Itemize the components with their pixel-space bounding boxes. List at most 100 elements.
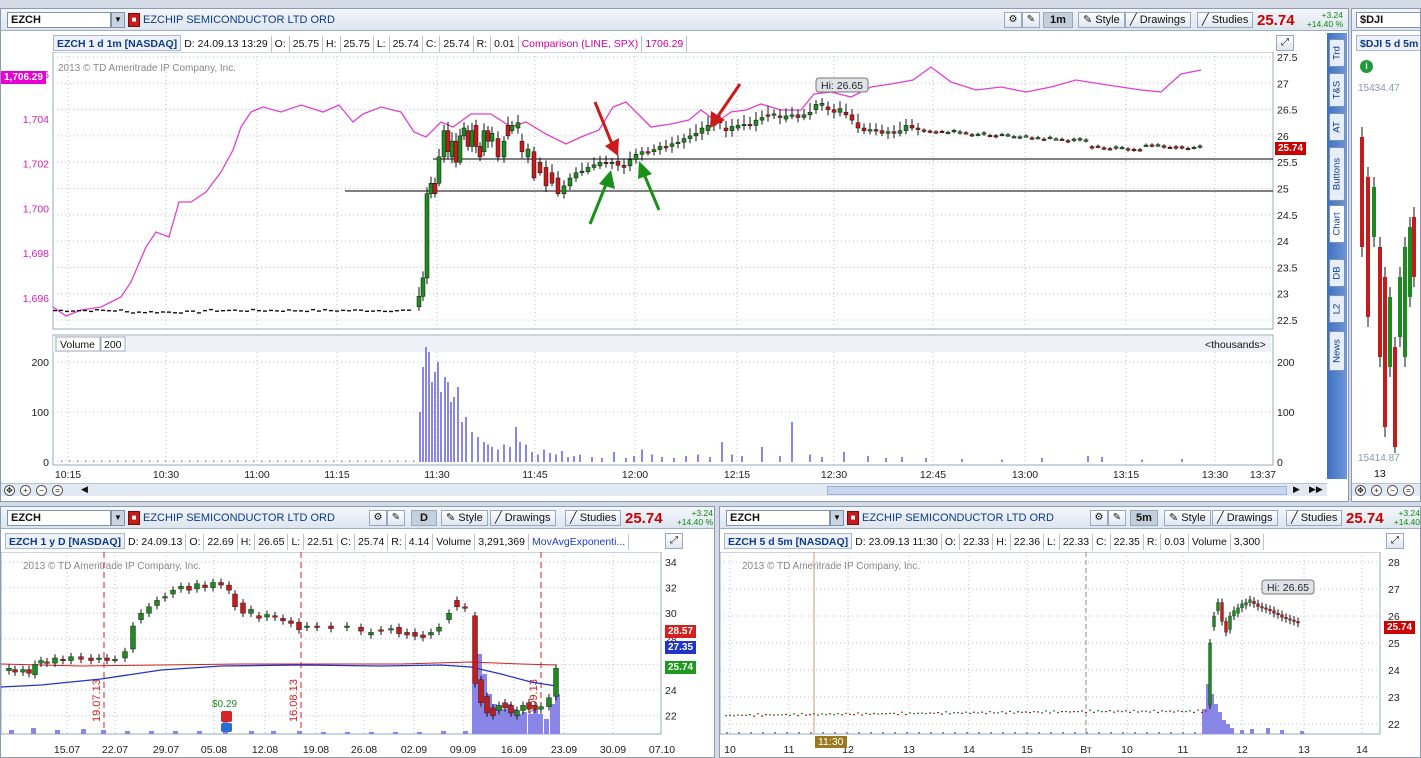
tab-trd[interactable]: Trd xyxy=(1329,39,1345,67)
scroll-left-icon[interactable]: ◀ xyxy=(81,484,88,495)
dji-symbol-input[interactable]: $DJI xyxy=(1356,12,1420,28)
open-label: O: xyxy=(272,36,290,52)
style-button[interactable]: ✎ Style xyxy=(1078,12,1125,28)
daily-settings-icon[interactable]: ⚙ xyxy=(369,510,387,526)
intraday-volume-bar xyxy=(726,732,728,734)
intraday-volume-bar xyxy=(942,732,944,734)
intraday-volume-bar xyxy=(762,732,764,734)
daily-drawings-button[interactable]: ╱ Drawings xyxy=(490,510,556,526)
intraday-timeframe-button[interactable]: 5m xyxy=(1130,510,1158,526)
main-scrollbar[interactable]: ✥ + − = ◀ ▶ ▶▶ xyxy=(1,483,1327,496)
scroll-end-icon[interactable]: ▶▶ xyxy=(1309,484,1323,495)
candle-body xyxy=(1107,148,1113,151)
daily-study-label[interactable]: MovAvgExponenti... xyxy=(529,534,630,550)
candle-body xyxy=(681,138,687,143)
intraday-axis-label: 25 xyxy=(1388,638,1400,650)
drawings-button[interactable]: ╱ Drawings xyxy=(1125,12,1191,28)
main-price-chart[interactable]: 1,7061,7041,7021,7001,6981,696 27.52726.… xyxy=(1,52,1327,500)
intraday-style-button[interactable]: ✎ Style xyxy=(1164,510,1211,526)
volume-bar xyxy=(181,460,183,462)
tab-db[interactable]: DB xyxy=(1329,259,1345,287)
chart-expand-icon[interactable]: ⤢ xyxy=(1276,35,1294,51)
dji-chart[interactable] xyxy=(1352,97,1421,453)
intraday-high-label: H: xyxy=(993,534,1011,550)
intraday-symbol-input[interactable]: EZCH xyxy=(726,510,830,526)
daily-volume-bar xyxy=(522,712,527,734)
dji-candle-body xyxy=(1408,227,1412,297)
volume-bar xyxy=(69,460,71,462)
daily-link-icon[interactable]: ■ xyxy=(128,511,140,525)
info-icon[interactable]: i xyxy=(1360,60,1373,73)
dji-pan-icon[interactable]: ✥ xyxy=(1355,485,1366,496)
volume-bar xyxy=(422,367,424,462)
daily-last-price: 25.74 xyxy=(625,510,663,527)
dji-zoom-out-icon[interactable]: − xyxy=(1387,485,1398,496)
volume-bar xyxy=(373,460,375,462)
volume-bar xyxy=(341,460,343,462)
intraday-time-label: 12 xyxy=(1236,744,1248,756)
tab-at[interactable]: AT xyxy=(1329,113,1345,141)
daily-timeframe-button[interactable]: D xyxy=(411,510,437,526)
tools-icon[interactable]: ✎ xyxy=(1022,12,1040,28)
candle-body xyxy=(461,127,467,137)
tab-l2[interactable]: L2 xyxy=(1329,295,1345,323)
zoom-reset-icon[interactable]: = xyxy=(52,485,63,496)
zoom-out-icon[interactable]: − xyxy=(36,485,47,496)
timeframe-button[interactable]: 1m xyxy=(1043,12,1073,28)
settings-icon[interactable]: ⚙ xyxy=(1004,12,1022,28)
daily-candle-body xyxy=(314,625,320,628)
daily-candle-body xyxy=(396,627,402,634)
intraday-drawings-button[interactable]: ╱ Drawings xyxy=(1212,510,1278,526)
intraday-candle-body xyxy=(1288,618,1292,621)
pan-icon[interactable]: ✥ xyxy=(4,485,15,496)
comparison-label[interactable]: Comparison (LINE, SPX) xyxy=(519,36,643,52)
volume-bar xyxy=(277,460,279,462)
intraday-candle-body xyxy=(1153,709,1155,711)
intraday-candle-body xyxy=(1073,711,1075,713)
intraday-tools-icon[interactable]: ✎ xyxy=(1108,510,1126,526)
intraday-price-chart[interactable]: 2013 © TD Ameritrade IP Company, Inc. Hi… xyxy=(720,552,1421,758)
tab-buttons[interactable]: Buttons xyxy=(1329,147,1345,201)
scroll-right-icon[interactable]: ▶ xyxy=(1293,484,1300,495)
link-group-icon[interactable]: ■ xyxy=(128,13,140,27)
daily-candle-body xyxy=(514,710,520,716)
dji-candle-body xyxy=(1412,217,1416,277)
intraday-expand-icon[interactable]: ⤢ xyxy=(1386,533,1404,549)
time-axis-label: 13:15 xyxy=(1113,469,1139,481)
daily-studies-button[interactable]: ╱ Studies xyxy=(565,510,622,526)
dji-zoom-in-icon[interactable]: + xyxy=(1371,485,1382,496)
candle-body xyxy=(1017,136,1023,139)
tab-news[interactable]: News xyxy=(1329,331,1345,371)
daily-volume-bar xyxy=(173,731,178,734)
time-axis-label: 10:15 xyxy=(55,469,81,481)
dji-scrollbar[interactable]: ✥ + − = xyxy=(1352,483,1420,496)
daily-style-button[interactable]: ✎ Style xyxy=(441,510,488,526)
tab-chart[interactable]: Chart xyxy=(1329,205,1345,243)
dji-zoom-reset-icon[interactable]: = xyxy=(1403,485,1414,496)
daily-symbol-input[interactable]: EZCH xyxy=(7,510,111,526)
scroll-thumb[interactable] xyxy=(827,486,1287,495)
intraday-candle-body xyxy=(1121,711,1123,713)
daily-tools-icon[interactable]: ✎ xyxy=(387,510,405,526)
volume-bar xyxy=(77,460,79,462)
candle-body xyxy=(525,148,531,158)
candle-body xyxy=(1035,137,1041,140)
studies-button[interactable]: ╱ Studies xyxy=(1197,12,1254,28)
intraday-studies-button[interactable]: ╱ Studies xyxy=(1286,510,1343,526)
candle-body xyxy=(993,135,999,138)
tab-time-and-sales[interactable]: T&S xyxy=(1329,73,1345,107)
intraday-volume-bar xyxy=(750,732,752,734)
intraday-settings-icon[interactable]: ⚙ xyxy=(1090,510,1108,526)
daily-symbol-dropdown-icon[interactable]: ▼ xyxy=(111,510,125,526)
intraday-candle-body xyxy=(765,714,767,716)
intraday-dropdown-icon[interactable]: ▼ xyxy=(830,510,844,526)
symbol-dropdown-icon[interactable]: ▼ xyxy=(111,12,125,28)
daily-volume-bar xyxy=(197,731,202,734)
symbol-input[interactable]: EZCH xyxy=(7,12,111,28)
daily-price-chart[interactable]: 2013 © TD Ameritrade IP Company, Inc. 19… xyxy=(1,552,715,758)
daily-expand-icon[interactable]: ⤢ xyxy=(665,533,683,549)
zoom-in-icon[interactable]: + xyxy=(20,485,31,496)
daily-info-bar: EZCH 1 y D [NASDAQ] D: 24.09.13 O: 22.69 H: 2… xyxy=(5,533,630,550)
intraday-link-icon[interactable]: ■ xyxy=(847,511,859,525)
intraday-low: 22.33 xyxy=(1060,534,1094,550)
